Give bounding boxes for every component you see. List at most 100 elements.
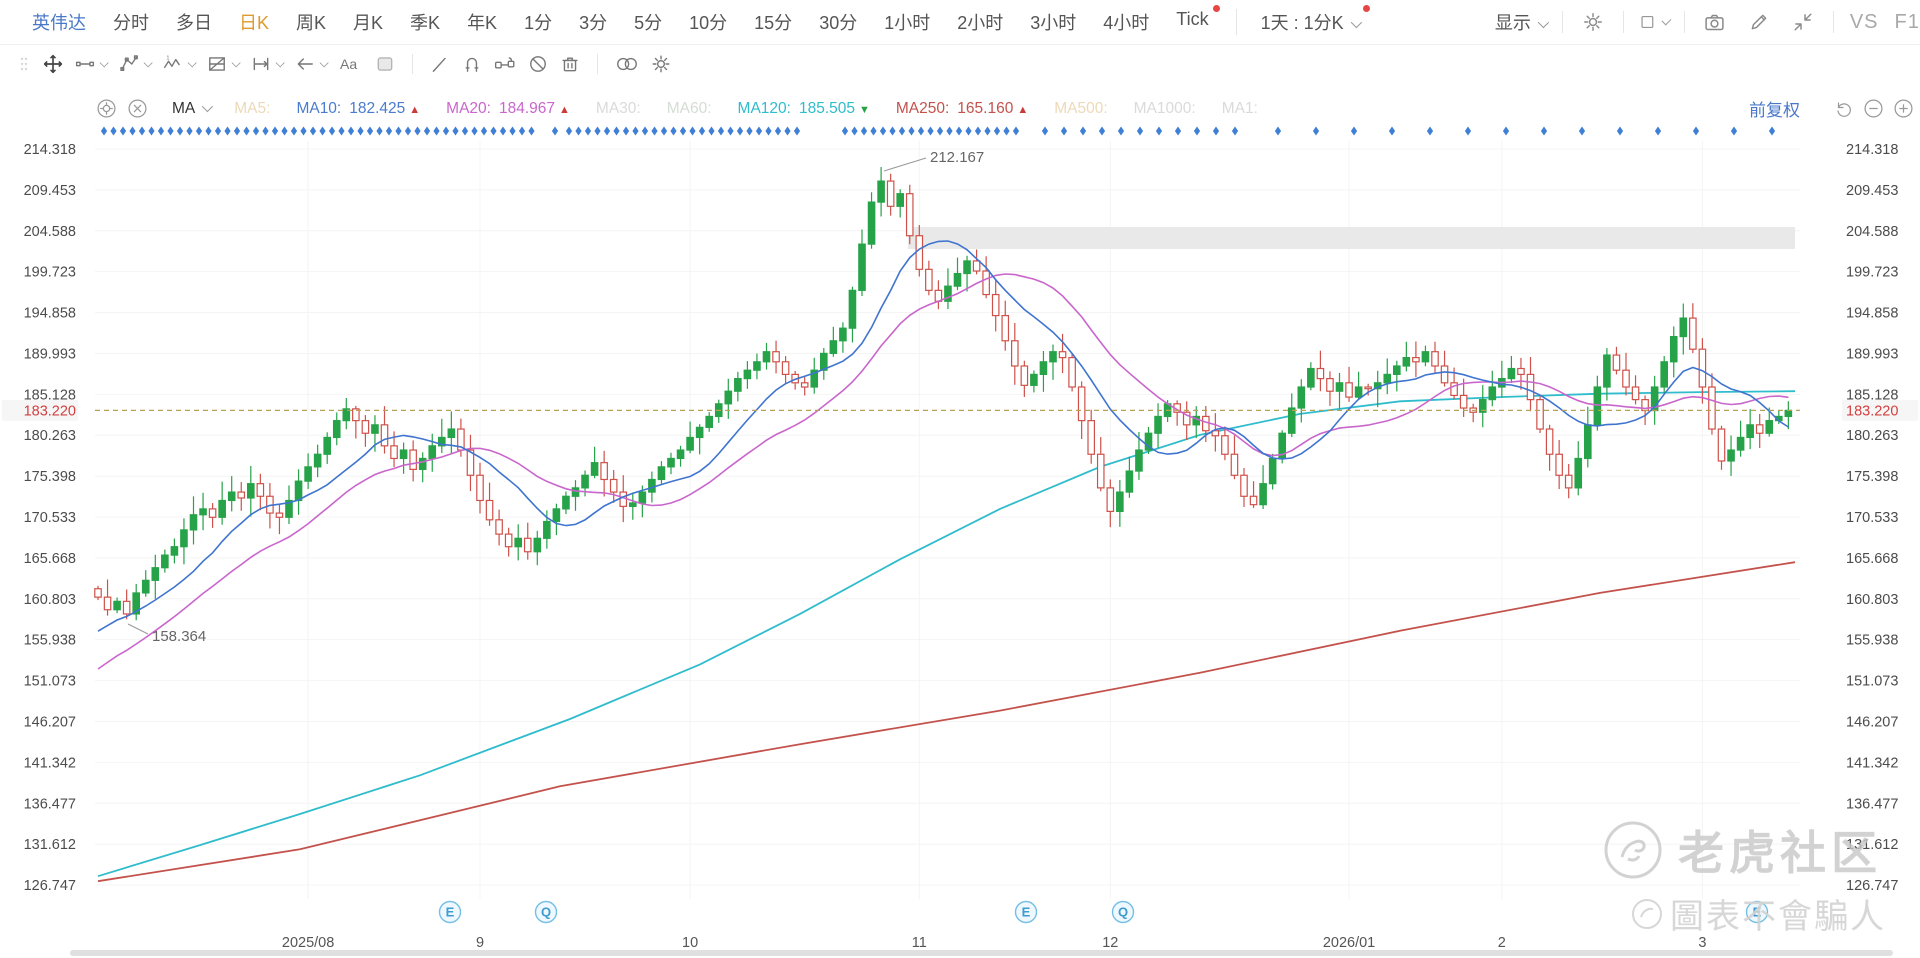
- note-diamond-icon[interactable]: [366, 126, 374, 136]
- note-diamond-icon[interactable]: [309, 126, 317, 136]
- zoom-out-icon[interactable]: [1863, 98, 1884, 119]
- symbol-name[interactable]: 英伟达: [32, 9, 86, 35]
- note-diamond-icon[interactable]: [471, 126, 478, 136]
- note-diamond-icon[interactable]: [717, 126, 725, 136]
- note-diamond-icon[interactable]: [575, 126, 582, 136]
- note-diamond-icon[interactable]: [993, 126, 1001, 136]
- display-dropdown[interactable]: 显示: [1495, 9, 1549, 35]
- note-diamond-icon[interactable]: [1768, 126, 1776, 136]
- note-diamond-icon[interactable]: [233, 126, 241, 136]
- note-diamond-icon[interactable]: [442, 126, 450, 136]
- note-diamond-icon[interactable]: [746, 126, 753, 136]
- period-tab-3小时[interactable]: 3小时: [1030, 9, 1076, 35]
- arrow-tool-icon[interactable]: [290, 50, 332, 78]
- note-diamond-icon[interactable]: [698, 126, 706, 136]
- note-diamond-icon[interactable]: [603, 126, 611, 136]
- event-marker-E[interactable]: E: [1745, 900, 1769, 924]
- note-diamond-icon[interactable]: [898, 126, 906, 136]
- note-diamond-icon[interactable]: [1350, 126, 1358, 136]
- settings-gear-icon[interactable]: [1579, 8, 1607, 36]
- gear-tool-icon[interactable]: [646, 50, 676, 78]
- note-diamond-icon[interactable]: [1193, 126, 1201, 136]
- note-diamond-icon[interactable]: [1231, 126, 1239, 136]
- note-diamond-icon[interactable]: [129, 126, 136, 136]
- note-diamond-icon[interactable]: [1098, 126, 1106, 136]
- note-diamond-icon[interactable]: [946, 126, 953, 136]
- magnet-tool-icon[interactable]: [457, 50, 487, 78]
- text-tool-icon[interactable]: Aa: [334, 50, 368, 78]
- note-diamond-icon[interactable]: [784, 126, 791, 136]
- note-diamond-icon[interactable]: [490, 126, 497, 136]
- note-diamond-icon[interactable]: [670, 126, 677, 136]
- note-diamond-icon[interactable]: [1136, 126, 1144, 136]
- note-diamond-icon[interactable]: [679, 126, 687, 136]
- note-diamond-icon[interactable]: [584, 126, 592, 136]
- note-diamond-icon[interactable]: [328, 126, 336, 136]
- event-marker-E[interactable]: E: [1014, 900, 1038, 924]
- note-diamond-icon[interactable]: [774, 126, 782, 136]
- note-diamond-icon[interactable]: [528, 126, 535, 136]
- period-tab-月K[interactable]: 月K: [353, 9, 383, 35]
- ma-item-MA20[interactable]: MA20: 184.967 ▲: [446, 100, 570, 118]
- note-diamond-icon[interactable]: [974, 126, 982, 136]
- note-diamond-icon[interactable]: [565, 126, 573, 136]
- note-diamond-icon[interactable]: [851, 126, 858, 136]
- note-diamond-icon[interactable]: [927, 126, 934, 136]
- event-marker-Q[interactable]: Q: [534, 900, 558, 924]
- note-diamond-icon[interactable]: [1388, 126, 1396, 136]
- period-tab-多日[interactable]: 多日: [176, 9, 212, 35]
- period-tab-季K[interactable]: 季K: [410, 9, 440, 35]
- note-diamond-icon[interactable]: [338, 126, 345, 136]
- layout-dropdown[interactable]: [1640, 8, 1672, 36]
- brush-tool-icon[interactable]: [425, 50, 455, 78]
- note-diamond-icon[interactable]: [965, 126, 972, 136]
- mirror-tool-icon[interactable]: [610, 50, 644, 78]
- note-diamond-icon[interactable]: [110, 126, 117, 136]
- note-diamond-icon[interactable]: [1012, 126, 1020, 136]
- note-diamond-icon[interactable]: [917, 126, 925, 136]
- undo-icon[interactable]: [1834, 99, 1854, 119]
- note-diamond-icon[interactable]: [157, 126, 165, 136]
- f10-button[interactable]: F10: [1895, 11, 1920, 34]
- note-diamond-icon[interactable]: [452, 126, 459, 136]
- note-diamond-icon[interactable]: [841, 126, 849, 136]
- note-diamond-icon[interactable]: [1616, 126, 1624, 136]
- note-diamond-icon[interactable]: [461, 126, 469, 136]
- move-tool-icon[interactable]: [38, 50, 68, 78]
- note-diamond-icon[interactable]: [1274, 126, 1282, 136]
- note-tool-icon[interactable]: [370, 50, 400, 78]
- chart-scrollbar[interactable]: [70, 950, 1893, 956]
- note-diamond-icon[interactable]: [214, 126, 222, 136]
- note-diamond-icon[interactable]: [138, 126, 146, 136]
- note-diamond-icon[interactable]: [860, 126, 868, 136]
- note-diamond-icon[interactable]: [908, 126, 915, 136]
- note-diamond-icon[interactable]: [119, 126, 127, 136]
- ma-item-MA5[interactable]: MA5:: [234, 100, 270, 118]
- measure-tool-icon[interactable]: [246, 50, 288, 78]
- note-diamond-icon[interactable]: [727, 126, 734, 136]
- note-diamond-icon[interactable]: [1212, 126, 1220, 136]
- note-diamond-icon[interactable]: [1730, 126, 1738, 136]
- ban-tool-icon[interactable]: [523, 50, 553, 78]
- note-diamond-icon[interactable]: [385, 126, 393, 136]
- note-diamond-icon[interactable]: [414, 126, 421, 136]
- note-diamond-icon[interactable]: [148, 126, 155, 136]
- period-tab-日K[interactable]: 日K: [239, 9, 269, 35]
- note-diamond-icon[interactable]: [509, 126, 516, 136]
- note-diamond-icon[interactable]: [613, 126, 620, 136]
- custom-period-dropdown[interactable]: 1天 : 1分K: [1235, 5, 1370, 35]
- note-diamond-icon[interactable]: [1155, 126, 1163, 136]
- event-marker-Q[interactable]: Q: [1111, 900, 1135, 924]
- note-diamond-icon[interactable]: [955, 126, 963, 136]
- shapes-tool-icon[interactable]: [114, 50, 156, 78]
- note-diamond-icon[interactable]: [376, 126, 383, 136]
- note-diamond-icon[interactable]: [1060, 126, 1068, 136]
- note-diamond-icon[interactable]: [1578, 126, 1586, 136]
- note-diamond-icon[interactable]: [936, 126, 944, 136]
- period-tab-10分[interactable]: 10分: [689, 9, 727, 35]
- period-tab-3分[interactable]: 3分: [579, 9, 607, 35]
- indicator-settings-icon[interactable]: [96, 98, 117, 119]
- note-diamond-icon[interactable]: [271, 126, 279, 136]
- note-diamond-icon[interactable]: [357, 126, 364, 136]
- camera-icon[interactable]: [1701, 8, 1729, 36]
